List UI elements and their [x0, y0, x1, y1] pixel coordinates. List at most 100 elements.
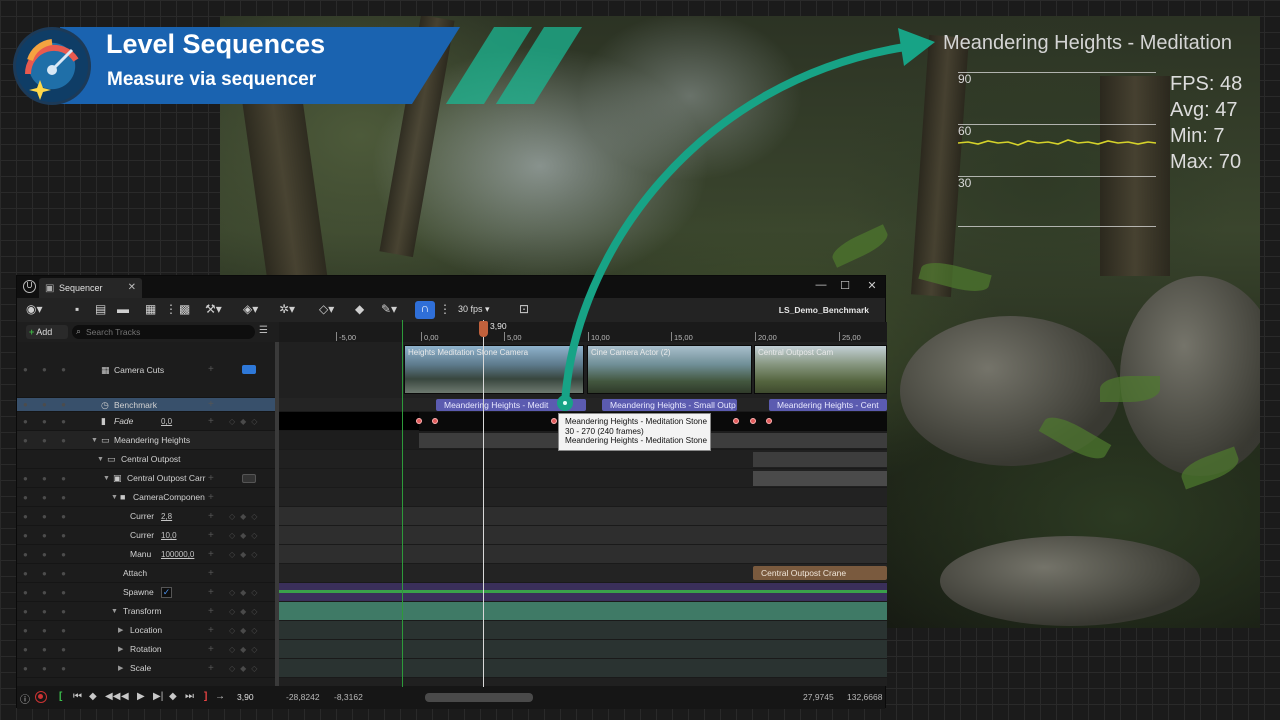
- fade-icon: ▮: [101, 416, 106, 426]
- track-camera-cuts[interactable]: ● ● ● ▦ Camera Cuts +: [17, 342, 279, 398]
- property-value[interactable]: 100000,0: [161, 545, 194, 564]
- view-icon[interactable]: ◈▾: [243, 302, 258, 318]
- keyframe[interactable]: [750, 418, 756, 424]
- track-property[interactable]: ● ● ● Currer 10,0 + ◇◆◇: [17, 526, 279, 545]
- step-back-button[interactable]: ◀◀: [105, 691, 120, 702]
- track-spawned[interactable]: ● ● ● Spawne ✓ + ◇◆◇: [17, 583, 279, 602]
- fps-max: Max: 70: [1170, 151, 1242, 173]
- prev-key-button[interactable]: ◆: [89, 691, 97, 702]
- world-icon[interactable]: ◉▾: [26, 302, 43, 318]
- search-tracks-input[interactable]: [86, 325, 246, 339]
- start-marker-line: [402, 320, 403, 687]
- attach-clip[interactable]: Central Outpost Crane: [753, 566, 887, 580]
- track-scale[interactable]: ● ● ● ▶ Scale + ◇◆◇: [17, 659, 279, 678]
- keyframe[interactable]: [551, 418, 557, 424]
- expand-caret-icon[interactable]: ▼: [103, 469, 110, 488]
- work-range-start[interactable]: -8,3162: [334, 692, 363, 702]
- tab-sequencer[interactable]: ▣ Sequencer ✕: [39, 278, 142, 298]
- track-fade[interactable]: ● ● ● ▮ Fade 0,0 + ◇◆◇: [17, 412, 279, 431]
- spawned-lane: [279, 583, 887, 602]
- sequencer-toolbar: ◉▾ ▪ ▤ ▬ ▦ ⋮ ▩ ⚒▾ ◈▾ ✲▾ ◇▾ ◆ ✎▾ ∩ ⋮ 30 f…: [17, 298, 885, 322]
- render-icon[interactable]: ▬: [117, 302, 129, 318]
- property-value[interactable]: 2,8: [161, 507, 172, 526]
- expand-caret-icon[interactable]: ▼: [97, 450, 104, 469]
- loop-arrow-icon[interactable]: →: [215, 691, 225, 702]
- view-range-start[interactable]: -28,8242: [286, 692, 320, 702]
- framerate-select[interactable]: 30 fps ▾: [458, 304, 490, 315]
- camera-cut-icon[interactable]: ▩: [179, 302, 190, 318]
- camera-lock-toggle[interactable]: [242, 365, 256, 374]
- play-button[interactable]: ▶: [137, 691, 145, 702]
- record-button[interactable]: [35, 691, 47, 703]
- snap-options-icon[interactable]: ⋮: [439, 302, 451, 318]
- collapse-caret-icon[interactable]: ▶: [118, 640, 123, 659]
- track-folder-central[interactable]: ▼ ▭ Central Outpost: [17, 450, 279, 469]
- set-end-icon[interactable]: ]: [204, 691, 207, 702]
- timeline-area[interactable]: Heights Meditation Stone Camera Cine Cam…: [279, 342, 887, 686]
- shot-clip[interactable]: Cine Camera Actor (2): [587, 345, 752, 394]
- keyframe[interactable]: [766, 418, 772, 424]
- browse-icon[interactable]: ▤: [95, 302, 106, 318]
- playhead-line[interactable]: [483, 320, 484, 687]
- add-track-button[interactable]: + Add: [26, 325, 68, 339]
- rotation-lane: [279, 640, 887, 659]
- keyframe-icon[interactable]: ◇▾: [319, 302, 334, 318]
- shot-clip[interactable]: Central Outpost Cam: [754, 345, 887, 394]
- jump-start-button[interactable]: ⏮: [73, 691, 82, 702]
- benchmark-clip[interactable]: Meandering Heights - Medit: [436, 399, 586, 411]
- camera-lock-toggle[interactable]: [242, 474, 256, 483]
- settings-gear-icon[interactable]: ✲▾: [279, 302, 295, 318]
- fps-average: Avg: 47: [1170, 99, 1238, 121]
- view-range-end[interactable]: 132,6668: [847, 692, 882, 702]
- track-attach[interactable]: ● ● ● Attach +: [17, 564, 279, 583]
- track-property[interactable]: ● ● ● Manu 100000,0 + ◇◆◇: [17, 545, 279, 564]
- expand-caret-icon[interactable]: ▼: [111, 602, 118, 621]
- track-transform[interactable]: ● ● ● ▼ Transform + ◇◆◇: [17, 602, 279, 621]
- track-camera-actor[interactable]: ● ● ● ▼ ▣ Central Outpost Carr +: [17, 469, 279, 488]
- expand-caret-icon[interactable]: ▼: [91, 431, 98, 450]
- play-reverse-button[interactable]: ◀: [121, 691, 129, 702]
- keyframe[interactable]: [733, 418, 739, 424]
- track-rotation[interactable]: ● ● ● ▶ Rotation + ◇◆◇: [17, 640, 279, 659]
- benchmark-clip[interactable]: Meandering Heights - Small Outp: [602, 399, 737, 411]
- current-time[interactable]: 3,90: [237, 692, 254, 702]
- step-forward-button[interactable]: ▶|: [153, 691, 163, 702]
- track-folder-meandering[interactable]: ● ● ● ▼ ▭ Meandering Heights: [17, 431, 279, 450]
- set-start-icon[interactable]: [: [59, 691, 62, 702]
- fade-value[interactable]: 0,0: [161, 412, 172, 431]
- filter-icon[interactable]: ☰: [259, 325, 268, 336]
- auto-key-icon[interactable]: ◆: [355, 302, 364, 318]
- save-icon[interactable]: ▪: [75, 302, 79, 318]
- jump-end-button[interactable]: ⏭: [185, 691, 194, 702]
- benchmark-clip[interactable]: Meandering Heights - Cent: [769, 399, 887, 411]
- edit-icon[interactable]: ✎▾: [381, 302, 397, 318]
- track-property[interactable]: ● ● ● Currer 2,8 + ◇◆◇: [17, 507, 279, 526]
- benchmark-title: Meandering Heights - Meditation: [943, 32, 1233, 54]
- minimize-button[interactable]: —: [811, 279, 831, 291]
- keyframe[interactable]: [432, 418, 438, 424]
- shot-clip[interactable]: Heights Meditation Stone Camera: [404, 345, 584, 394]
- collapse-caret-icon[interactable]: ▶: [118, 621, 123, 640]
- collapse-caret-icon[interactable]: ▶: [118, 659, 123, 678]
- info-icon[interactable]: ⓘ: [20, 691, 30, 706]
- track-location[interactable]: ● ● ● ▶ Location + ◇◆◇: [17, 621, 279, 640]
- work-range-end[interactable]: 27,9745: [803, 692, 834, 702]
- close-tab-icon[interactable]: ✕: [128, 282, 136, 293]
- clapper-toolbar-icon[interactable]: ▦: [145, 302, 156, 318]
- track-camera-component[interactable]: ● ● ● ▼ ■ CameraComponen +: [17, 488, 279, 507]
- maximize-button[interactable]: ☐: [835, 279, 855, 292]
- tools-icon[interactable]: ⚒▾: [205, 302, 222, 318]
- time-ruler[interactable]: -5,00 0,00 5,00 10,00 15,00 20,00 25,00: [279, 322, 887, 342]
- close-window-button[interactable]: ✕: [862, 279, 882, 292]
- playhead-handle[interactable]: [479, 321, 488, 337]
- keyframe[interactable]: [416, 418, 422, 424]
- snap-magnet-icon[interactable]: ∩: [415, 301, 435, 319]
- more-options-icon[interactable]: ⋮: [165, 302, 177, 318]
- track-benchmark[interactable]: ● ● ● ◷ Benchmark +: [17, 398, 279, 412]
- curve-editor-icon[interactable]: ⊡: [519, 302, 529, 318]
- property-value[interactable]: 10,0: [161, 526, 177, 545]
- expand-caret-icon[interactable]: ▼: [111, 488, 118, 507]
- timeline-scrollbar[interactable]: [425, 693, 533, 702]
- spawned-checkbox[interactable]: ✓: [161, 587, 172, 598]
- next-key-button[interactable]: ◆: [169, 691, 177, 702]
